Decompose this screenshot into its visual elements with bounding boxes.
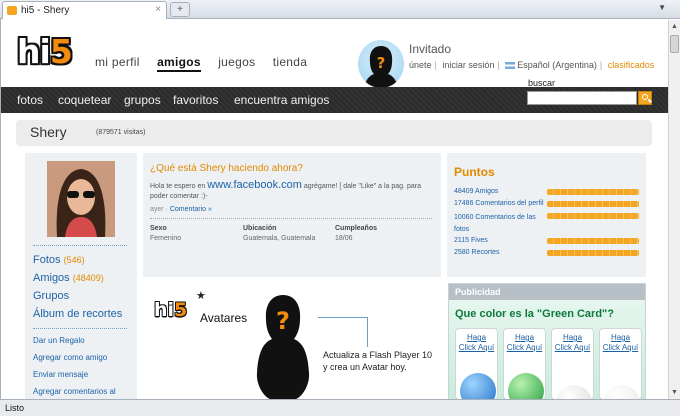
argentina-flag-icon <box>505 62 516 70</box>
give-gift-link[interactable]: Dar un Regalo <box>33 336 85 345</box>
nav-amigos[interactable]: amigos <box>157 55 201 72</box>
status-question: ¿Qué está Shery haciendo ahora? <box>150 163 303 174</box>
vertical-scrollbar[interactable]: ▲ ▼ <box>668 20 680 399</box>
top-navigation: mi perfil amigos juegos tienda <box>95 55 321 72</box>
comment-link[interactable]: Comentario » <box>170 206 212 213</box>
nav-juegos[interactable]: juegos <box>218 55 255 69</box>
login-link[interactable]: iniciar sesión <box>442 60 494 70</box>
avatar-callout-line <box>318 317 368 347</box>
ad-header: Publicidad <box>449 284 645 300</box>
browser-tab-bar: hi5 - Shery × + ▼ <box>0 0 680 19</box>
send-message-link[interactable]: Enviar mensaje <box>33 370 88 379</box>
info-label-cumpleanos: Cumpleaños <box>335 225 378 232</box>
avatar-placeholder[interactable]: ? <box>248 293 318 399</box>
info-value-sexo: Femenino <box>150 235 182 242</box>
sidebar-divider <box>33 245 127 246</box>
avatars-hi5-logo: hi5 <box>154 299 188 321</box>
points-row-comentarios-perfil[interactable]: 17486 Comentarios del perfil <box>454 200 544 207</box>
points-panel: Puntos 48409 Amigos 17486 Comentarios de… <box>447 153 646 277</box>
classifieds-link[interactable]: clasificados <box>608 60 655 70</box>
user-links: únete | iniciar sesión | Español (Argentin… <box>409 60 655 70</box>
guest-avatar: ? <box>358 40 404 88</box>
nav-mi-perfil[interactable]: mi perfil <box>95 55 140 69</box>
navbar-grupos[interactable]: grupos <box>124 93 161 107</box>
ad-option-card[interactable]: Haga Click Aquí <box>503 328 546 409</box>
close-tab-icon[interactable]: × <box>155 4 161 15</box>
hi5-favicon-icon <box>7 6 17 15</box>
guest-silhouette-icon: ? <box>364 46 398 88</box>
status-time: ayer <box>150 206 164 213</box>
navbar-favoritos[interactable]: favoritos <box>173 93 218 107</box>
search-label: buscar <box>528 78 556 88</box>
status-text: Listo <box>5 403 25 413</box>
browser-status-bar: Listo <box>0 399 680 416</box>
info-value-cumpleanos: 18/06 <box>335 235 353 242</box>
hi5-logo[interactable]: hi5 <box>17 34 79 70</box>
join-link[interactable]: únete <box>409 60 432 70</box>
page-header: hi5 mi perfil amigos juegos tienda ? Inv… <box>1 20 668 88</box>
points-bar <box>547 189 639 195</box>
info-divider <box>150 218 432 219</box>
points-title: Puntos <box>454 165 495 179</box>
profile-name: Shery <box>30 124 67 140</box>
profile-visits: (879571 visitas) <box>96 129 146 136</box>
profile-photo-image <box>47 161 115 237</box>
add-friend-link[interactable]: Agregar como amigo <box>33 353 107 362</box>
profile-photo[interactable] <box>47 161 115 237</box>
status-panel: ¿Qué está Shery haciendo ahora? Hola te … <box>143 153 441 277</box>
search-button[interactable] <box>638 91 652 105</box>
navbar-coquetear[interactable]: coquetear <box>58 93 111 107</box>
tab-list-dropdown-icon[interactable]: ▼ <box>658 3 666 12</box>
points-row-fives[interactable]: 2115 Fives <box>454 237 488 244</box>
status-text: Hola te espero en www.facebook.com agrég… <box>150 179 421 201</box>
language-link[interactable]: Español (Argentina) <box>517 60 597 70</box>
points-bar <box>547 250 639 256</box>
user-name: Invitado <box>409 42 452 56</box>
tab-title: hi5 - Shery <box>21 5 70 16</box>
avatars-section: hi5 ★ Avatares ? Actualiza a Flash Playe… <box>143 283 441 399</box>
scroll-down-icon[interactable]: ▼ <box>671 389 678 396</box>
avatars-title: Avatares <box>200 311 248 325</box>
search-input[interactable] <box>527 91 637 105</box>
points-bar <box>547 213 639 219</box>
svg-text:?: ? <box>377 54 386 72</box>
info-value-ubicacion: Guatemala, Guatemala <box>243 235 316 242</box>
facebook-link[interactable]: www.facebook.com <box>207 179 302 191</box>
sidebar-divider <box>33 328 127 329</box>
new-tab-button[interactable]: + <box>170 2 190 17</box>
ad-option-card[interactable]: Haga Click Aquí <box>551 328 594 416</box>
status-meta: ayer · Comentario » <box>150 206 212 213</box>
ad-panel: Publicidad Que color es la "Green Card"?… <box>448 283 646 416</box>
sidebar-link-amigos[interactable]: Amigos (48409) <box>33 272 104 284</box>
sidebar-link-fotos[interactable]: Fotos (546) <box>33 254 85 266</box>
avatar-silhouette-icon: ? <box>256 295 310 399</box>
scrollbar-thumb[interactable] <box>670 35 679 53</box>
add-comments-link[interactable]: Agregar comentarios al <box>33 387 116 396</box>
points-row-recortes[interactable]: 2580 Recortes <box>454 249 500 256</box>
flash-upgrade-message: Actualiza a Flash Player 10 y crea un Av… <box>323 350 433 372</box>
points-row-comentarios-fotos[interactable]: 10060 Comentarios de las fotos <box>454 212 544 236</box>
star-icon: ★ <box>196 290 206 302</box>
ad-option-card[interactable]: Haga Click Aquí <box>599 328 642 416</box>
points-row-amigos[interactable]: 48409 Amigos <box>454 188 498 195</box>
info-label-ubicacion: Ubicación <box>243 225 277 232</box>
sidebar-link-album[interactable]: Álbum de recortes <box>33 308 122 320</box>
profile-sidebar: Fotos (546) Amigos (48409) Grupos Álbum … <box>25 153 137 399</box>
info-label-sexo: Sexo <box>150 225 167 232</box>
profile-title-bar: Shery (879571 visitas) <box>16 120 652 146</box>
search-icon <box>642 94 648 100</box>
scroll-up-icon[interactable]: ▲ <box>671 23 678 30</box>
ad-title: Que color es la "Green Card"? <box>455 308 614 320</box>
navbar-fotos[interactable]: fotos <box>17 93 43 107</box>
ad-banner[interactable]: Que color es la "Green Card"? Haga Click … <box>449 300 645 416</box>
nav-tienda[interactable]: tienda <box>273 55 308 69</box>
points-bar <box>547 238 639 244</box>
ad-option-card[interactable]: Haga Click Aquí <box>455 328 498 409</box>
points-bar <box>547 201 639 207</box>
sidebar-link-grupos[interactable]: Grupos <box>33 290 69 302</box>
navbar-encuentra-amigos[interactable]: encuentra amigos <box>234 93 329 107</box>
browser-tab[interactable]: hi5 - Shery × <box>2 1 167 19</box>
svg-text:?: ? <box>276 307 290 335</box>
